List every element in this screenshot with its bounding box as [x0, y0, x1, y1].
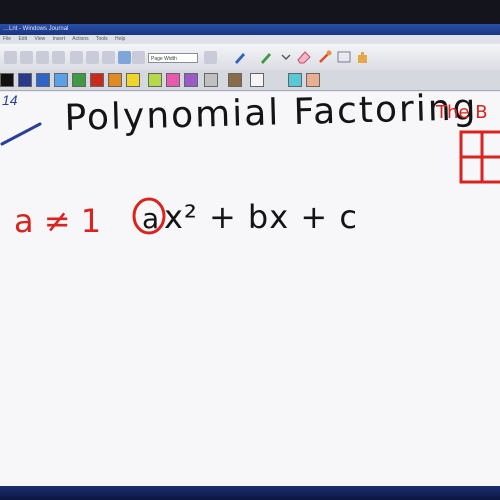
condition-text: a ≠ 1: [14, 202, 102, 240]
color-swatch-4[interactable]: [72, 73, 86, 87]
menu-actions[interactable]: Actions: [72, 36, 88, 42]
save-icon[interactable]: [36, 51, 49, 64]
color-swatch-10[interactable]: [184, 73, 198, 87]
menu-bar: File Edit View Insert Actions Tools Help: [0, 35, 500, 44]
color-swatch-7[interactable]: [126, 73, 140, 87]
color-swatch-8[interactable]: [148, 73, 162, 87]
selection-tool-icon[interactable]: [317, 49, 333, 65]
menu-file[interactable]: File: [3, 36, 11, 42]
color-swatch-6[interactable]: [108, 73, 122, 87]
page-up-icon[interactable]: [204, 51, 217, 64]
window-title: …Lnt - Windows Journal: [3, 26, 69, 32]
color-swatch-3[interactable]: [54, 73, 68, 87]
hand-tool-icon[interactable]: [354, 49, 370, 65]
note-title: Polynomial Factoring: [64, 87, 478, 139]
menu-tools[interactable]: Tools: [96, 36, 108, 42]
page-view-icon[interactable]: [132, 51, 145, 64]
menu-view[interactable]: View: [34, 36, 45, 42]
color-swatch-14[interactable]: [288, 73, 302, 87]
color-swatch-12[interactable]: [228, 73, 242, 87]
eraser-icon[interactable]: [296, 49, 312, 65]
insert-space-icon[interactable]: [336, 49, 352, 65]
taskbar: [0, 486, 500, 500]
undo-icon[interactable]: [118, 51, 131, 64]
highlighter-icon[interactable]: [258, 49, 274, 65]
pen-icon[interactable]: [232, 49, 248, 65]
copy-icon[interactable]: [86, 51, 99, 64]
menu-help[interactable]: Help: [115, 36, 125, 42]
cut-icon[interactable]: [70, 51, 83, 64]
menu-edit[interactable]: Edit: [18, 36, 27, 42]
print-icon[interactable]: [52, 51, 65, 64]
color-swatch-0[interactable]: [0, 73, 14, 87]
color-swatch-13[interactable]: [250, 73, 264, 87]
zoom-select-value: Page Width: [151, 56, 177, 62]
title-bar: …Lnt - Windows Journal: [0, 24, 500, 35]
paste-icon[interactable]: [102, 51, 115, 64]
color-swatch-15[interactable]: [306, 73, 320, 87]
color-swatch-2[interactable]: [36, 73, 50, 87]
journal-window: …Lnt - Windows Journal File Edit View In…: [0, 24, 500, 486]
color-swatch-5[interactable]: [90, 73, 104, 87]
color-swatch-1[interactable]: [18, 73, 32, 87]
color-swatch-9[interactable]: [166, 73, 180, 87]
zoom-select[interactable]: Page Width: [148, 53, 198, 63]
note-canvas[interactable]: 14 Polynomial Factoring The B a ≠ 1 a x²…: [0, 87, 500, 486]
expression-text: x² + bx + c: [164, 198, 358, 236]
header-right-text: The B: [436, 102, 488, 123]
toolbar: Page Width: [0, 44, 500, 71]
open-icon[interactable]: [20, 51, 33, 64]
date-slash: [0, 122, 42, 146]
menu-insert[interactable]: Insert: [53, 36, 66, 42]
date-fragment: 14: [2, 92, 18, 108]
chevron-down-icon[interactable]: [279, 50, 293, 64]
box-grid-drawing: [459, 130, 500, 184]
expression-coefficient: a: [142, 202, 160, 235]
new-note-icon[interactable]: [4, 51, 17, 64]
color-swatch-11[interactable]: [204, 73, 218, 87]
